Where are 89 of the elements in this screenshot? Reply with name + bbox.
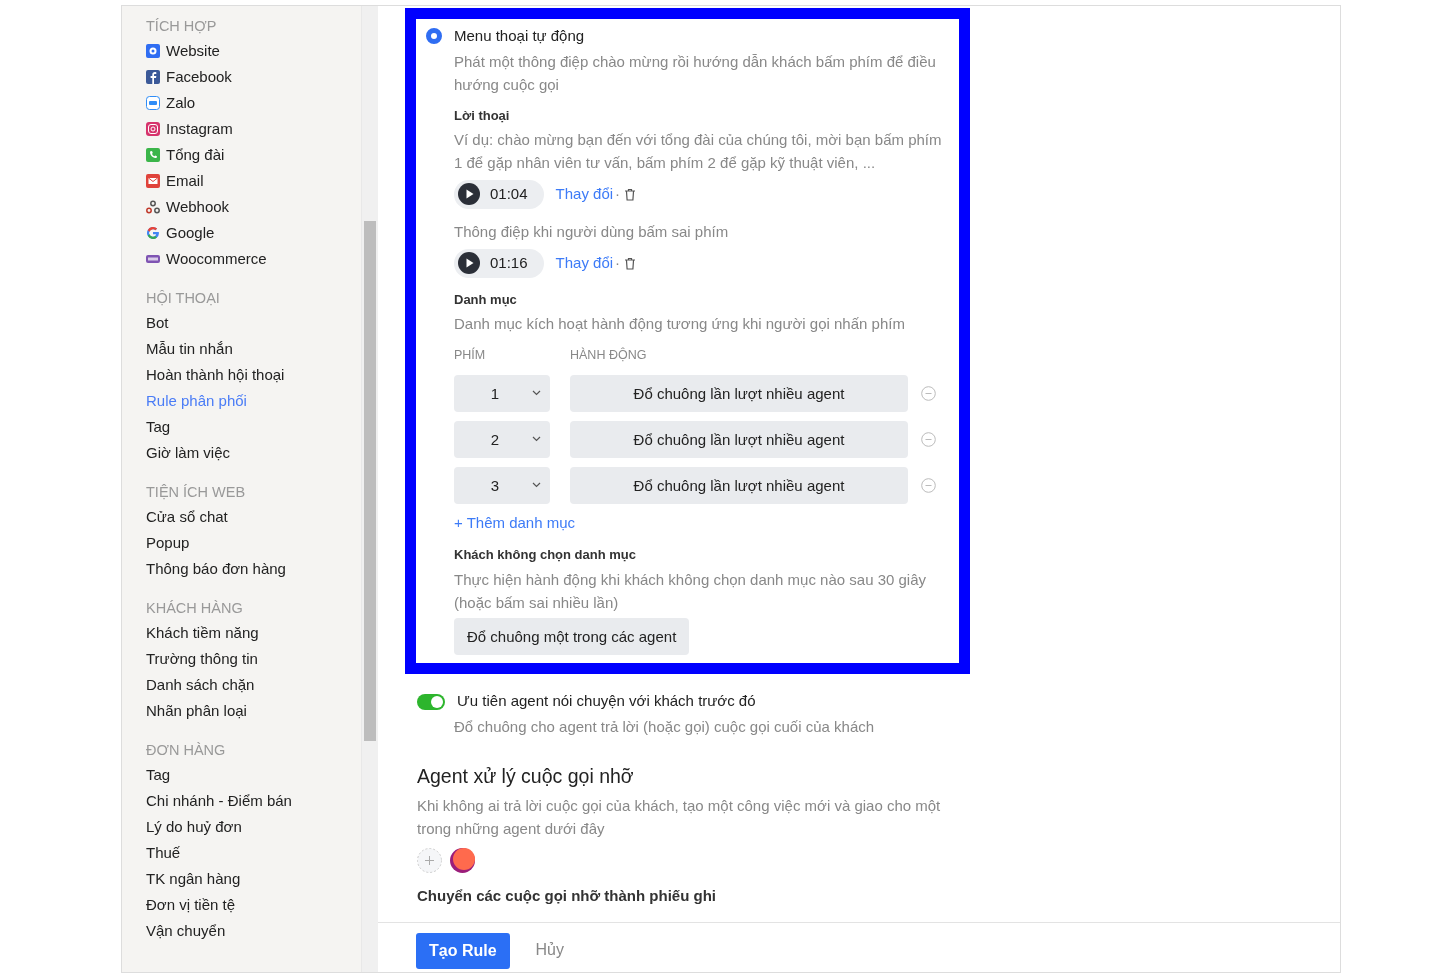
section-heading: HỘI THOẠI — [146, 289, 221, 308]
audio-player[interactable]: 01:16 — [454, 249, 544, 278]
key-select[interactable]: 2 — [454, 421, 550, 459]
sidebar-item[interactable]: Tag — [146, 414, 361, 440]
sidebar-item[interactable]: Tag — [146, 762, 361, 788]
section-heading: TÍCH HỢP — [146, 17, 218, 36]
section-title: Chuyển các cuộc gọi nhỡ thành phiếu ghi — [416, 885, 717, 906]
column-header: HÀNH ĐỘNG — [570, 346, 647, 364]
script-text: Ví dụ: chào mừng bạn đến với tổng đài của chúng tôi, mời bạn bấm phím 1 để gặp nhân viên tư vấn, bấm phím 2 để gặp kỹ thuật viên, ... — [454, 130, 943, 173]
avatar[interactable] — [450, 847, 475, 873]
key-select[interactable]: 1 — [454, 375, 550, 413]
sidebar-item[interactable]: Woocommerce — [146, 246, 361, 272]
sidebar-item[interactable]: Trường thông tin — [146, 646, 361, 672]
section-label: Khách không chọn danh mục — [454, 545, 637, 564]
sidebar-item[interactable]: Vận chuyển — [146, 918, 361, 944]
facebook-icon — [146, 70, 160, 84]
camera-icon — [146, 122, 160, 136]
sidebar-item[interactable]: Website — [146, 38, 361, 64]
sidebar-item[interactable]: Bot — [146, 310, 361, 336]
option-label: Menu thoại tự động — [454, 26, 585, 46]
sidebar-item[interactable]: Danh sách chặn — [146, 672, 361, 698]
sidebar-item[interactable]: Giờ làm việc — [146, 440, 361, 466]
remove-icon[interactable] — [921, 432, 936, 448]
sidebar-item[interactable]: Chi nhánh - Điểm bán — [146, 788, 361, 814]
option-description: Phát một thông điệp chào mừng rồi hướng dẫn khách bấm phím để điều hướng cuộc gọi — [454, 51, 937, 95]
trash-icon[interactable] — [624, 187, 637, 201]
sidebar-item[interactable]: Lý do huỷ đơn — [146, 814, 361, 840]
toggle-label: Ưu tiên agent nói chuyện với khách trước đó — [457, 691, 756, 712]
sidebar-item[interactable]: Tổng đài — [146, 142, 361, 168]
change-link[interactable]: Thay đổi — [555, 183, 614, 206]
section-heading: TIỆN ÍCH WEB — [146, 483, 247, 502]
sidebar-item[interactable]: Thuế — [146, 840, 361, 866]
toggle-switch[interactable] — [417, 693, 445, 710]
section-title: Agent xử lý cuộc gọi nhỡ — [416, 764, 635, 790]
sidebar-item[interactable]: Facebook — [146, 64, 361, 90]
radio-button[interactable] — [426, 28, 442, 45]
sidebar-item[interactable]: Popup — [146, 530, 361, 556]
section-label: Danh mục — [454, 290, 518, 309]
menu-description: Danh mục kích hoạt hành động tương ứng khi người gọi nhấn phím — [454, 314, 906, 334]
create-rule-button[interactable]: Tạo Rule — [416, 933, 510, 969]
sidebar-item[interactable]: Instagram — [146, 116, 361, 142]
sidebar-item[interactable]: Google — [146, 220, 361, 246]
sidebar-item[interactable]: Zalo — [146, 90, 361, 116]
sidebar-item[interactable]: Đơn vị tiền tệ — [146, 892, 361, 918]
phone-icon — [146, 148, 160, 162]
section-label: Lời thoại — [454, 106, 511, 125]
play-icon — [458, 183, 480, 206]
remove-icon[interactable] — [921, 386, 936, 402]
section-heading: ĐƠN HÀNG — [146, 741, 227, 760]
sidebar-item[interactable]: Cửa sổ chat — [146, 504, 361, 530]
add-agent-button[interactable] — [417, 847, 442, 873]
sidebar-item[interactable]: Email — [146, 168, 361, 194]
webhook-icon — [146, 200, 160, 214]
chat-icon — [146, 96, 160, 110]
chevron-down-icon — [532, 436, 541, 443]
trash-icon[interactable] — [624, 256, 637, 270]
action-select[interactable]: Đổ chuông lần lượt nhiều agent — [570, 421, 908, 459]
separator-dot: · — [615, 184, 621, 204]
section-heading: KHÁCH HÀNG — [146, 599, 244, 618]
remove-icon[interactable] — [921, 478, 936, 494]
sidebar-item[interactable]: Hoàn thành hội thoại — [146, 362, 361, 388]
mail-icon — [146, 174, 160, 188]
sidebar-item[interactable]: TK ngân hàng — [146, 866, 361, 892]
section-description: Khi không ai trả lời cuộc gọi của khách, tạo một công việc mới và giao cho một trong những agent dưới đây — [416, 795, 942, 839]
cancel-button[interactable]: Hủy — [529, 933, 570, 967]
sidebar-item[interactable]: Khách tiềm năng — [146, 620, 361, 646]
sidebar-item[interactable]: Thông báo đơn hàng — [146, 556, 361, 582]
sidebar-item[interactable]: Mẫu tin nhắn — [146, 336, 361, 362]
prompt-label: Thông điệp khi người dùng bấm sai phím — [454, 221, 730, 242]
sidebar-item[interactable]: Rule phân phối — [146, 388, 361, 414]
toggle-description: Đổ chuông cho agent trả lời (hoặc gọi) cuộc gọi cuối của khách — [453, 716, 876, 737]
scrollbar[interactable] — [361, 6, 378, 972]
timeout-description: Thực hiện hành động khi khách không chọn danh mục nào sau 30 giây (hoặc bấm sai nhiều lần) — [454, 570, 928, 614]
sidebar-item[interactable]: Webhook — [146, 194, 361, 220]
separator-dot: · — [615, 253, 621, 273]
browser-icon — [146, 44, 160, 58]
action-select[interactable]: Đổ chuông lần lượt nhiều agent — [570, 375, 908, 413]
audio-player[interactable]: 01:04 — [454, 180, 544, 209]
play-icon — [458, 252, 480, 275]
sidebar-item[interactable]: Nhãn phân loại — [146, 698, 361, 724]
action-select[interactable]: Đổ chuông một trong các agent — [454, 618, 690, 656]
action-select[interactable]: Đổ chuông lần lượt nhiều agent — [570, 467, 908, 505]
column-header: PHÍM — [454, 346, 487, 364]
change-link[interactable]: Thay đổi — [555, 252, 614, 275]
chevron-down-icon — [532, 390, 541, 397]
add-category-link[interactable]: + Thêm danh mục — [454, 512, 576, 535]
google-icon — [146, 226, 160, 240]
key-select[interactable]: 3 — [454, 467, 550, 505]
chevron-down-icon — [532, 482, 541, 489]
